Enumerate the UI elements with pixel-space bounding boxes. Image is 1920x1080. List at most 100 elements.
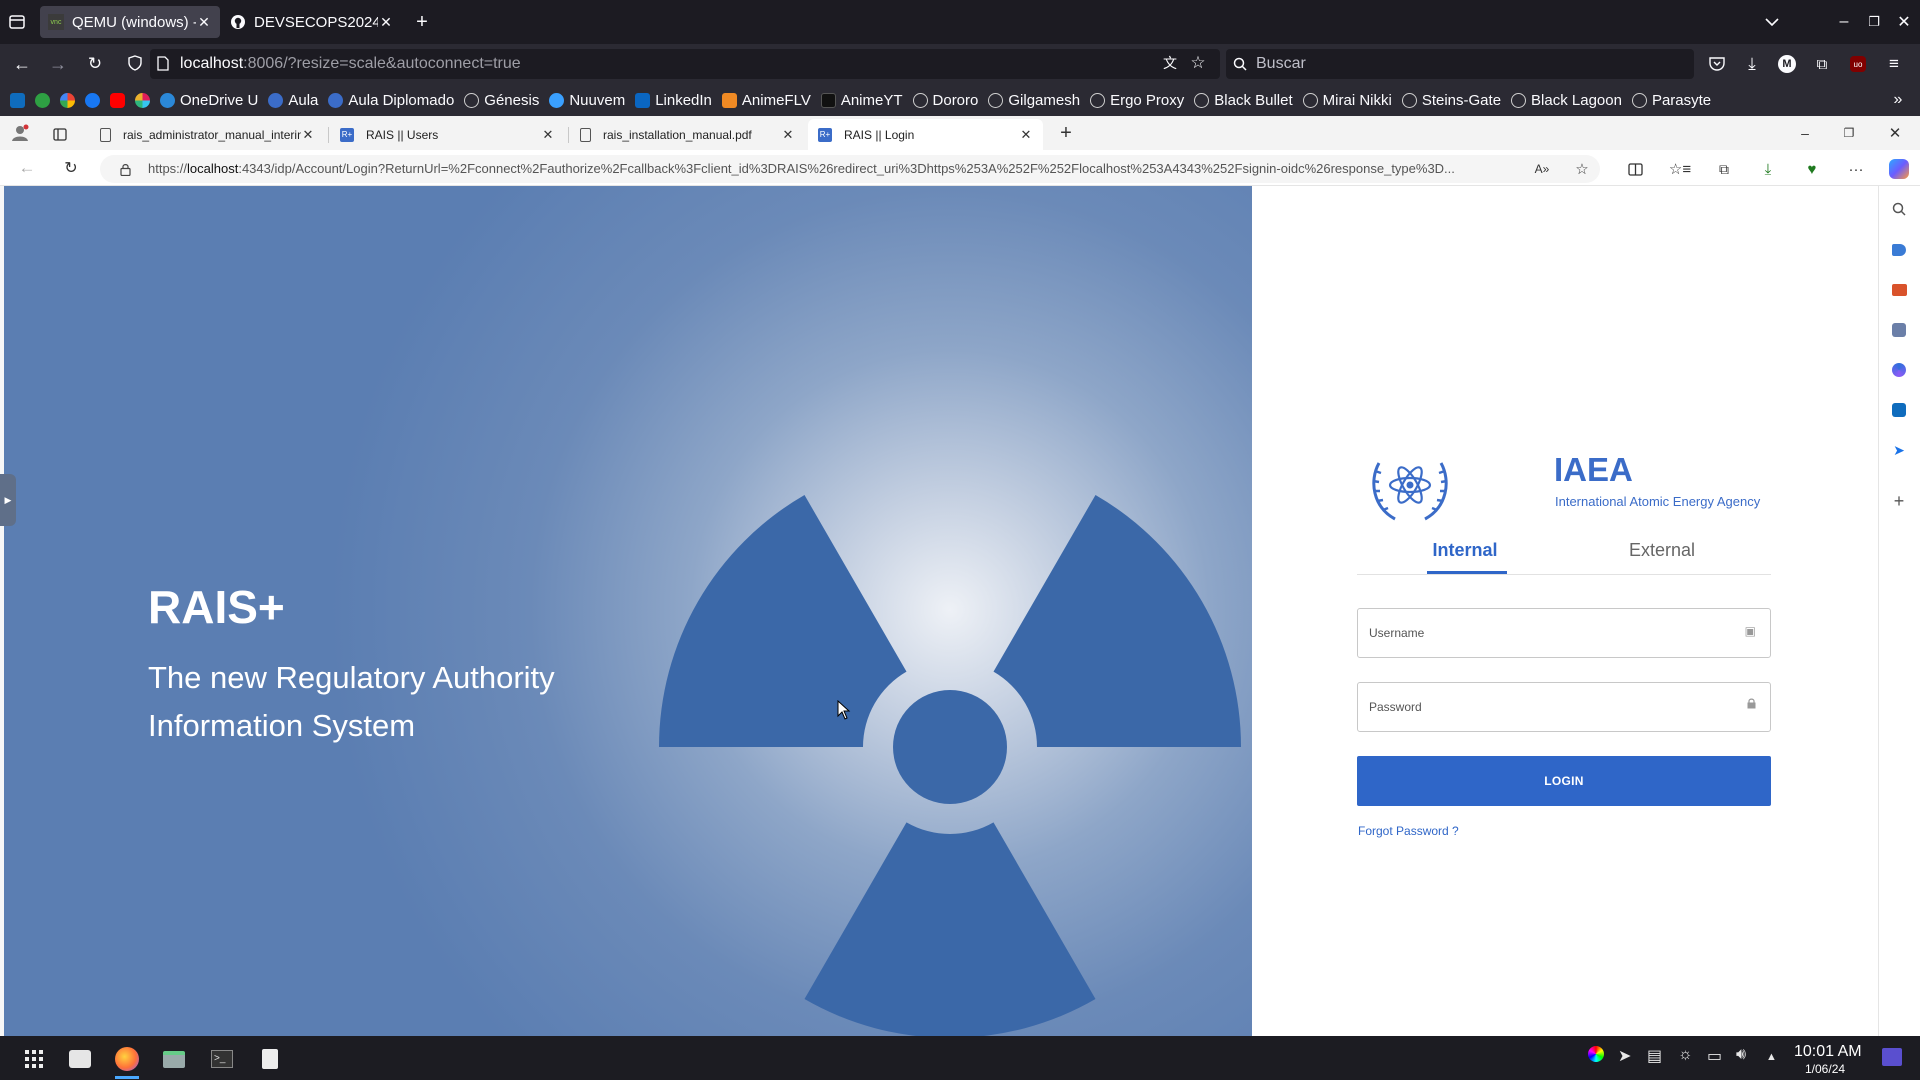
send-drop-icon[interactable]: ➤ [1888,439,1910,461]
tab-list-icon[interactable] [6,12,28,32]
recycle-bookmark-icon[interactable] [35,92,50,108]
clock-time[interactable]: 10:01 AM [1794,1043,1862,1061]
collections-icon[interactable]: ⧉ [1714,159,1734,179]
outlook-bookmark-icon[interactable] [10,92,25,108]
add-sidebar-app-icon[interactable]: + [1888,490,1910,512]
reload-icon[interactable]: ↻ [83,52,107,76]
bookmark-dororo[interactable]: Dororo [912,92,978,109]
tab-actions-icon[interactable] [50,124,70,144]
close-tab-icon[interactable]: ✕ [541,127,555,143]
store-bag-icon[interactable] [64,1044,96,1074]
firefox-tab-qemu[interactable]: vnc QEMU (windows) - noVNC ✕ [40,6,220,38]
performance-icon[interactable]: ♥ [1802,159,1822,179]
close-window-icon[interactable]: ✕ [1884,122,1906,144]
terminal-icon[interactable]: >_ [206,1044,238,1074]
back-arrow-icon[interactable]: ← [16,157,38,179]
shopping-tag-icon[interactable] [1888,239,1910,261]
search-icon[interactable] [1888,198,1910,220]
tools-briefcase-icon[interactable] [1888,279,1910,301]
close-tab-icon[interactable]: ✕ [378,14,394,31]
bookmark-aula-diplomado[interactable]: Aula Diplomado [328,92,454,109]
bookmarks-overflow-chevron-icon[interactable]: » [1886,88,1910,112]
bookmark-linkedin[interactable]: LinkedIn [635,92,712,109]
forgot-password-link[interactable]: Forgot Password ? [1358,824,1459,838]
hamburger-menu-icon[interactable]: ≡ [1882,52,1906,76]
close-tab-icon[interactable]: ✕ [196,14,212,31]
bookmark-ergo-proxy[interactable]: Ergo Proxy [1090,92,1184,109]
chevron-down-icon[interactable] [1760,10,1784,34]
display-icon[interactable]: ▭ [1707,1046,1722,1066]
new-tab-icon[interactable]: + [1055,122,1077,144]
google-bookmark-icon[interactable] [60,92,75,108]
edge-tab-rais-login[interactable]: R+ RAIS || Login ✕ [808,119,1043,150]
games-icon[interactable] [1888,319,1910,341]
bookmark-onedrive[interactable]: OneDrive U [160,92,258,109]
copilot-icon[interactable] [1887,157,1911,181]
shield-icon[interactable] [125,53,145,73]
refresh-icon[interactable]: ↻ [60,157,82,179]
minimize-window-icon[interactable]: – [1794,122,1816,144]
youtube-bookmark-icon[interactable] [110,92,125,108]
brightness-icon[interactable]: ☼ [1678,1046,1693,1064]
extensions-puzzle-icon[interactable]: ⧉ [1810,52,1834,76]
tab-external[interactable]: External [1554,540,1770,574]
close-tab-icon[interactable]: ✕ [1019,127,1033,143]
telegram-icon[interactable]: ➤ [1618,1046,1631,1066]
restore-window-icon[interactable]: ❐ [1862,10,1886,34]
bookmark-black-bullet[interactable]: Black Bullet [1194,92,1293,109]
close-tab-icon[interactable]: ✕ [301,127,315,143]
bookmark-black-lagoon[interactable]: Black Lagoon [1511,92,1622,109]
bookmark-gilgamesh[interactable]: Gilgamesh [988,92,1080,109]
clock-date[interactable]: 1/06/24 [1805,1062,1845,1076]
volume-icon[interactable]: 🔊︎ [1736,1046,1746,1064]
minimize-window-icon[interactable]: – [1832,10,1856,34]
username-field[interactable]: Username ▣ [1357,608,1771,658]
back-arrow-icon[interactable]: ← [10,52,34,76]
account-avatar-icon[interactable]: M [1775,52,1799,76]
bookmark-nuuvem[interactable]: Nuuvem [549,92,625,109]
bookmark-mirai-nikki[interactable]: Mirai Nikki [1302,92,1392,109]
slack-bookmark-icon[interactable] [135,92,150,108]
profile-avatar-icon[interactable] [10,123,30,143]
bookmark-genesis[interactable]: Génesis [464,92,539,109]
favorite-star-icon[interactable]: ☆ [1572,159,1592,179]
show-desktop-icon[interactable] [1882,1048,1902,1071]
app-launcher-grid-icon[interactable] [18,1044,50,1074]
read-aloud-icon[interactable]: A» [1532,159,1552,179]
pocket-icon[interactable] [1705,52,1729,76]
microsoft-365-icon[interactable] [1888,359,1910,381]
tray-expand-icon[interactable]: ▲ [1766,1051,1777,1063]
close-window-icon[interactable]: ✕ [1892,10,1916,34]
close-tab-icon[interactable]: ✕ [781,127,795,143]
firefox-icon[interactable] [111,1044,143,1074]
edge-tab-admin-manual[interactable]: rais_administrator_manual_interim.pdf ✕ [90,119,325,150]
edge-tab-rais-users[interactable]: R+ RAIS || Users ✕ [330,119,565,150]
clipboard-icon[interactable]: ▤ [1647,1046,1662,1066]
bookmark-animeflv[interactable]: AnimeFLV [721,92,811,109]
forward-arrow-icon[interactable]: → [46,52,70,76]
vnc-remote-screen[interactable]: rais_administrator_manual_interim.pdf ✕ … [0,116,1920,1036]
color-picker-icon[interactable] [1588,1046,1604,1067]
text-editor-icon[interactable] [254,1044,286,1074]
download-icon[interactable]: ⤓ [1740,52,1764,76]
password-field[interactable]: Password [1357,682,1771,732]
new-tab-icon[interactable]: + [410,10,434,34]
downloads-icon[interactable]: ⤓ [1758,159,1778,179]
outlook-icon[interactable] [1888,399,1910,421]
favorites-list-icon[interactable]: ☆≡ [1669,159,1691,179]
bookmark-animeyt[interactable]: AnimeYT [820,92,903,109]
translate-icon[interactable]: 文 [1160,53,1180,73]
bookmark-aula[interactable]: Aula [268,92,318,109]
login-button[interactable]: LOGIN [1357,756,1771,806]
file-manager-icon[interactable] [158,1044,190,1074]
firefox-tab-github[interactable]: DEVSECOPS2024/BancoApp ✕ [222,6,402,38]
facebook-bookmark-icon[interactable] [85,92,100,108]
edge-tab-installation-manual[interactable]: rais_installation_manual.pdf ✕ [570,119,805,150]
tab-internal[interactable]: Internal [1357,540,1573,574]
ublock-icon[interactable]: uo [1846,52,1870,76]
lock-icon[interactable] [116,159,134,179]
restore-window-icon[interactable]: ❐ [1838,122,1860,144]
split-screen-icon[interactable] [1625,159,1645,179]
bookmark-steins-gate[interactable]: Steins-Gate [1401,92,1501,109]
more-options-icon[interactable]: ··· [1846,159,1866,179]
